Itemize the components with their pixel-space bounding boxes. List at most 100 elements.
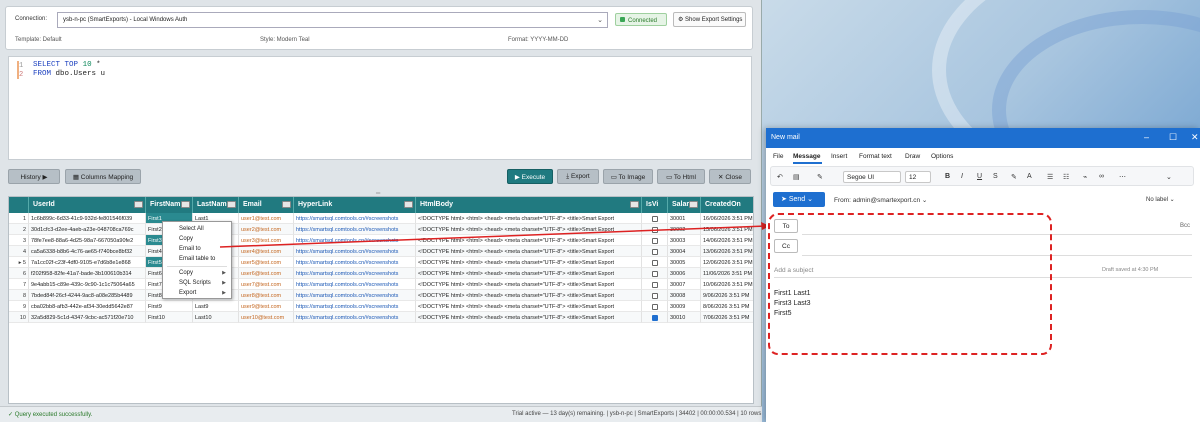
cell-salary[interactable]: 30002 (668, 224, 701, 235)
cell-email[interactable]: user2@test.com (239, 224, 294, 235)
cell-id[interactable]: 30d1cfc3-d2ee-4aeb-a23e-048708ca769c (29, 224, 146, 235)
cell-isvip[interactable] (642, 235, 668, 246)
cell-html[interactable]: <!DOCTYPE html> <html> <head> <meta char… (416, 257, 642, 268)
checkbox[interactable] (651, 237, 658, 244)
cell-link[interactable]: https://smartsql.comtools.cn/#screenshot… (294, 301, 416, 312)
cell-id[interactable]: f202f958-82fe-41a7-bade-3b100610b314 (29, 268, 146, 279)
italic-icon[interactable]: I (961, 173, 963, 180)
sensitivity-label[interactable]: No label ⌄ (1146, 196, 1175, 203)
cell-link[interactable]: https://smartsql.comtools.cn/#screenshot… (294, 268, 416, 279)
menu-item-export[interactable]: Export (179, 290, 196, 296)
cell-created[interactable]: 14/06/2026 3:51 PM (701, 235, 753, 246)
show-export-settings-button[interactable]: ⚙ Show Export Settings (673, 12, 746, 27)
cell-id[interactable]: 78fe7ee8-88a6-4d25-98a7-667050a90fe2 (29, 235, 146, 246)
menu-item-copy-submenu[interactable]: Copy (179, 270, 193, 276)
cell-first[interactable]: First10 (146, 312, 193, 323)
menu-item-copy[interactable]: Copy (179, 236, 193, 242)
mail-menu-format-text[interactable]: Format text (859, 153, 892, 160)
cell-isvip[interactable] (642, 279, 668, 290)
font-color-icon[interactable]: A (1027, 173, 1032, 180)
cell-created[interactable]: 7/06/2026 3:51 PM (701, 312, 753, 323)
checkbox[interactable] (651, 226, 658, 233)
checkbox[interactable] (651, 281, 658, 288)
cell-rn[interactable]: 2 (9, 224, 29, 235)
checkbox[interactable] (651, 259, 658, 266)
cell-created[interactable]: 13/06/2026 3:51 PM (701, 246, 753, 257)
cell-link[interactable]: https://smartsql.comtools.cn/#screenshot… (294, 290, 416, 301)
cell-isvip[interactable] (642, 246, 668, 257)
checkbox[interactable] (651, 314, 658, 321)
export-button[interactable]: ⤓ Export (557, 169, 599, 184)
sql-editor[interactable]: 1 2 SELECT TOP 10 * FROM dbo.Users u (8, 56, 752, 160)
numbering-icon[interactable]: ☷ (1063, 173, 1069, 181)
underline-icon[interactable]: U (977, 173, 982, 180)
column-header-createdon[interactable]: CreatedOn (701, 197, 753, 213)
cell-html[interactable]: <!DOCTYPE html> <html> <head> <meta char… (416, 235, 642, 246)
filter-icon[interactable] (689, 201, 698, 208)
cell-created[interactable]: 15/06/2026 3:51 PM (701, 224, 753, 235)
cell-created[interactable]: 8/06/2026 3:51 PM (701, 301, 753, 312)
cell-link[interactable]: https://smartsql.comtools.cn/#screenshot… (294, 224, 416, 235)
results-grid[interactable]: UserId FirstNam LastNam Email HyperLink … (8, 196, 754, 404)
cell-html[interactable]: <!DOCTYPE html> <html> <head> <meta char… (416, 246, 642, 257)
cell-rn[interactable]: 1 (9, 213, 29, 224)
attach-icon[interactable]: ⌁ (1083, 173, 1087, 181)
bold-icon[interactable]: B (945, 173, 950, 180)
filter-icon[interactable] (181, 201, 190, 208)
checkbox[interactable] (651, 270, 658, 277)
cell-first[interactable]: First9 (146, 301, 193, 312)
cell-created[interactable]: 10/06/2026 3:51 PM (701, 279, 753, 290)
cell-isvip[interactable] (642, 301, 668, 312)
cell-email[interactable]: user1@test.com (239, 213, 294, 224)
cell-isvip[interactable] (642, 290, 668, 301)
strikethrough-icon[interactable]: S (993, 173, 998, 180)
from-field[interactable]: From: admin@smartexport.cn ⌄ (834, 196, 927, 204)
columns-mapping-button[interactable]: ▦ Columns Mapping (65, 169, 141, 184)
cell-created[interactable]: 16/06/2026 3:51 PM (701, 213, 753, 224)
more-icon[interactable]: ⋯ (1119, 173, 1126, 181)
cell-id[interactable]: 32a5d829-5c1d-4347-9cbc-ac571f20e710 (29, 312, 146, 323)
cell-salary[interactable]: 30004 (668, 246, 701, 257)
filter-icon[interactable] (134, 201, 143, 208)
cell-salary[interactable]: 30003 (668, 235, 701, 246)
size-select[interactable]: 12 (905, 171, 931, 183)
history-button[interactable]: History ▶ (8, 169, 60, 184)
execute-button[interactable]: ▶ Execute (507, 169, 553, 184)
checkbox[interactable] (651, 248, 658, 255)
table-row[interactable]: 10 32a5d829-5c1d-4347-9cbc-ac571f20e710 Fi… (9, 312, 753, 323)
column-header-email[interactable]: Email (239, 197, 294, 213)
to-image-button[interactable]: ▭ To Image (603, 169, 653, 184)
checkbox[interactable] (651, 303, 658, 310)
table-row[interactable]: ▸ 5 7a1cc02f-c23f-4df0-9105-e7d6b8e1e868 F… (9, 257, 753, 268)
column-header-userid[interactable]: UserId (29, 197, 146, 213)
to-html-button[interactable]: ▭ To Html (657, 169, 705, 184)
cell-rn[interactable]: 3 (9, 235, 29, 246)
highlight-icon[interactable]: ✎ (1011, 173, 1017, 181)
table-row[interactable]: 1 1c6b899c-6d33-41c9-932d-fe801546f039 Fir… (9, 213, 753, 224)
column-header-isvip[interactable]: IsVi (642, 197, 668, 213)
cell-email[interactable]: user5@test.com (239, 257, 294, 268)
close-window-icon[interactable]: ✕ (1191, 132, 1199, 143)
cell-html[interactable]: <!DOCTYPE html> <html> <head> <meta char… (416, 312, 642, 323)
cell-email[interactable]: user6@test.com (239, 268, 294, 279)
minimize-icon[interactable]: – (1144, 132, 1149, 142)
filter-icon[interactable] (227, 201, 236, 208)
cell-link[interactable]: https://smartsql.comtools.cn/#screenshot… (294, 279, 416, 290)
cell-isvip[interactable] (642, 257, 668, 268)
cell-salary[interactable]: 30001 (668, 213, 701, 224)
cell-rn[interactable]: 8 (9, 290, 29, 301)
cell-salary[interactable]: 30010 (668, 312, 701, 323)
menu-item-email-to[interactable]: Email to (179, 246, 201, 252)
close-button[interactable]: ✕ Close (709, 169, 751, 184)
cell-id[interactable]: 7bded84f-26cf-4244-9ac8-a08e285b4489 (29, 290, 146, 301)
column-header-htmlbody[interactable]: HtmlBody (416, 197, 642, 213)
cell-email[interactable]: user4@test.com (239, 246, 294, 257)
cell-id[interactable]: 7a1cc02f-c23f-4df0-9105-e7d6b8e1e868 (29, 257, 146, 268)
cell-html[interactable]: <!DOCTYPE html> <html> <head> <meta char… (416, 279, 642, 290)
cell-html[interactable]: <!DOCTYPE html> <html> <head> <meta char… (416, 213, 642, 224)
font-select[interactable]: Segoe UI (843, 171, 901, 183)
column-header-salary[interactable]: Salar (668, 197, 701, 213)
cell-salary[interactable]: 30005 (668, 257, 701, 268)
bcc-button[interactable]: Bcc (1180, 223, 1190, 229)
menu-item-email-table-to[interactable]: Email table to (179, 256, 215, 262)
